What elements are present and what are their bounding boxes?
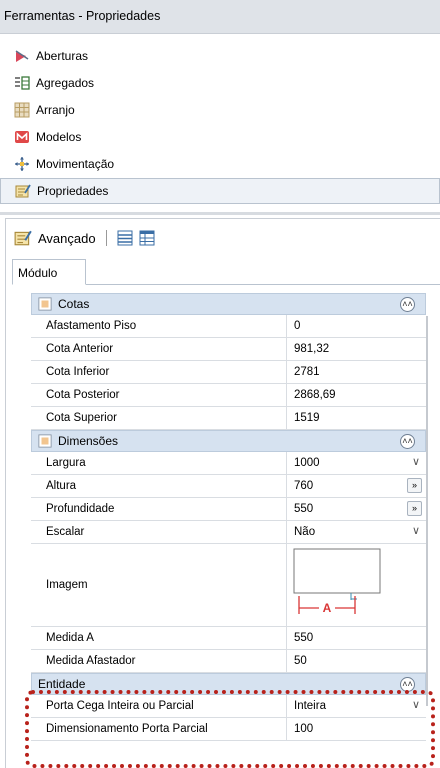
menu-item-movimentacao[interactable]: Movimentação bbox=[0, 150, 440, 177]
property-value[interactable]: 981,32 bbox=[287, 338, 426, 360]
menu-item-propriedades[interactable]: Propriedades bbox=[0, 178, 440, 204]
aggregates-icon bbox=[15, 75, 30, 90]
property-value[interactable]: 760 » bbox=[287, 475, 426, 497]
property-value[interactable]: 550 » bbox=[287, 498, 426, 520]
property-name: Imagem bbox=[31, 544, 287, 626]
table-row[interactable]: Cota Inferior 2781 bbox=[31, 361, 426, 384]
field-value: 760 bbox=[294, 480, 314, 492]
property-name: Profundidade bbox=[31, 498, 287, 520]
dropdown-value: Inteira bbox=[294, 700, 326, 712]
chevron-down-icon[interactable]: ∨ bbox=[412, 698, 420, 711]
properties-icon bbox=[14, 230, 32, 246]
category-title: Dimensões bbox=[58, 434, 119, 448]
collapse-icon[interactable]: ˄˄ bbox=[400, 677, 415, 692]
panel-toolbar: Avançado bbox=[14, 227, 155, 249]
table-row[interactable]: Cota Superior 1519 bbox=[31, 407, 426, 430]
tools-menu: Aberturas Agregados Arranjo Modelos Movi… bbox=[0, 42, 440, 204]
property-name: Medida A bbox=[31, 627, 287, 649]
menu-item-label: Agregados bbox=[36, 75, 95, 90]
property-value[interactable]: Não ∨ bbox=[287, 521, 426, 543]
menu-item-label: Aberturas bbox=[36, 48, 89, 63]
ellipsis-button[interactable]: » bbox=[407, 501, 422, 516]
property-value[interactable]: 0 bbox=[287, 315, 426, 337]
ellipsis-button[interactable]: » bbox=[407, 478, 422, 493]
property-name: Cota Posterior bbox=[31, 384, 287, 406]
menu-item-agregados[interactable]: Agregados bbox=[0, 69, 440, 96]
property-name: Dimensionamento Porta Parcial bbox=[31, 718, 287, 740]
category-cotas[interactable]: Cotas ˄˄ bbox=[31, 293, 426, 315]
window-title: Ferramentas - Propriedades bbox=[0, 0, 440, 34]
category-dimensoes[interactable]: Dimensões ˄˄ bbox=[31, 430, 426, 452]
property-value[interactable]: 1000 ∨ bbox=[287, 452, 426, 474]
openings-icon bbox=[15, 49, 29, 62]
toolbar-separator bbox=[105, 230, 107, 246]
category-title: Entidade bbox=[38, 677, 86, 691]
chevron-down-icon[interactable]: ∨ bbox=[412, 524, 420, 537]
property-value[interactable]: Inteira ∨ bbox=[287, 695, 426, 717]
property-name: Afastamento Piso bbox=[31, 315, 287, 337]
chevron-down-icon[interactable]: ∨ bbox=[412, 455, 420, 468]
property-grid: Cotas ˄˄ Afastamento Piso 0 Cota Anterior… bbox=[31, 293, 426, 741]
property-name: Largura bbox=[31, 452, 287, 474]
category-title: Cotas bbox=[58, 297, 90, 311]
menu-item-modelos[interactable]: Modelos bbox=[0, 123, 440, 150]
table-row[interactable]: Afastamento Piso 0 bbox=[31, 315, 426, 338]
dimension-category-icon bbox=[38, 434, 52, 448]
property-name: Escalar bbox=[31, 521, 287, 543]
collapse-icon[interactable]: ˄˄ bbox=[400, 434, 415, 449]
move-icon bbox=[15, 156, 29, 171]
models-icon bbox=[15, 130, 29, 143]
dimension-label: A bbox=[323, 601, 332, 615]
property-name: Porta Cega Inteira ou Parcial bbox=[31, 695, 287, 717]
property-name: Altura bbox=[31, 475, 287, 497]
property-value[interactable]: A bbox=[287, 544, 426, 626]
arrangement-icon bbox=[14, 102, 30, 117]
dropdown-value: Não bbox=[294, 526, 316, 538]
properties-icon bbox=[15, 184, 31, 198]
dimension-category-icon bbox=[38, 297, 52, 311]
property-value[interactable]: 1519 bbox=[287, 407, 426, 429]
dimension-preview-image: A bbox=[293, 548, 381, 615]
property-name: Cota Inferior bbox=[31, 361, 287, 383]
vertical-scrollbar[interactable] bbox=[426, 316, 428, 706]
table-row[interactable]: Profundidade 550 » bbox=[31, 498, 426, 521]
property-value[interactable]: 550 bbox=[287, 627, 426, 649]
property-name: Medida Afastador bbox=[31, 650, 287, 672]
menu-item-label: Propriedades bbox=[37, 184, 109, 198]
table-row[interactable]: Medida A 550 bbox=[31, 627, 426, 650]
table-row[interactable]: Escalar Não ∨ bbox=[31, 521, 426, 544]
field-value: 550 bbox=[294, 503, 314, 515]
property-name: Cota Superior bbox=[31, 407, 287, 429]
category-entidade[interactable]: Entidade ˄˄ bbox=[31, 673, 426, 695]
property-name: Cota Anterior bbox=[31, 338, 287, 360]
property-value[interactable]: 2868,69 bbox=[287, 384, 426, 406]
table-view-icon[interactable] bbox=[139, 230, 155, 246]
property-value[interactable]: 100 bbox=[287, 718, 426, 740]
menu-item-arranjo[interactable]: Arranjo bbox=[0, 96, 440, 123]
advanced-button[interactable]: Avançado bbox=[38, 231, 96, 246]
menu-item-aberturas[interactable]: Aberturas bbox=[0, 42, 440, 69]
categorized-view-icon[interactable] bbox=[117, 230, 133, 246]
menu-item-label: Modelos bbox=[36, 129, 82, 144]
table-row[interactable]: Cota Posterior 2868,69 bbox=[31, 384, 426, 407]
table-row[interactable]: Porta Cega Inteira ou Parcial Inteira ∨ bbox=[31, 695, 426, 718]
section-divider bbox=[0, 212, 440, 215]
table-row[interactable]: Cota Anterior 981,32 bbox=[31, 338, 426, 361]
table-row[interactable]: Dimensionamento Porta Parcial 100 bbox=[31, 718, 426, 741]
tab-modulo[interactable]: Módulo bbox=[12, 259, 86, 285]
menu-item-label: Movimentação bbox=[36, 156, 115, 171]
dropdown-value: 1000 bbox=[294, 457, 320, 469]
collapse-icon[interactable]: ˄˄ bbox=[400, 297, 415, 312]
table-row[interactable]: Medida Afastador 50 bbox=[31, 650, 426, 673]
menu-item-label: Arranjo bbox=[36, 102, 75, 117]
table-row[interactable]: Altura 760 » bbox=[31, 475, 426, 498]
property-value[interactable]: 50 bbox=[287, 650, 426, 672]
table-row[interactable]: Largura 1000 ∨ bbox=[31, 452, 426, 475]
property-value[interactable]: 2781 bbox=[287, 361, 426, 383]
table-row[interactable]: Imagem A bbox=[31, 544, 426, 627]
